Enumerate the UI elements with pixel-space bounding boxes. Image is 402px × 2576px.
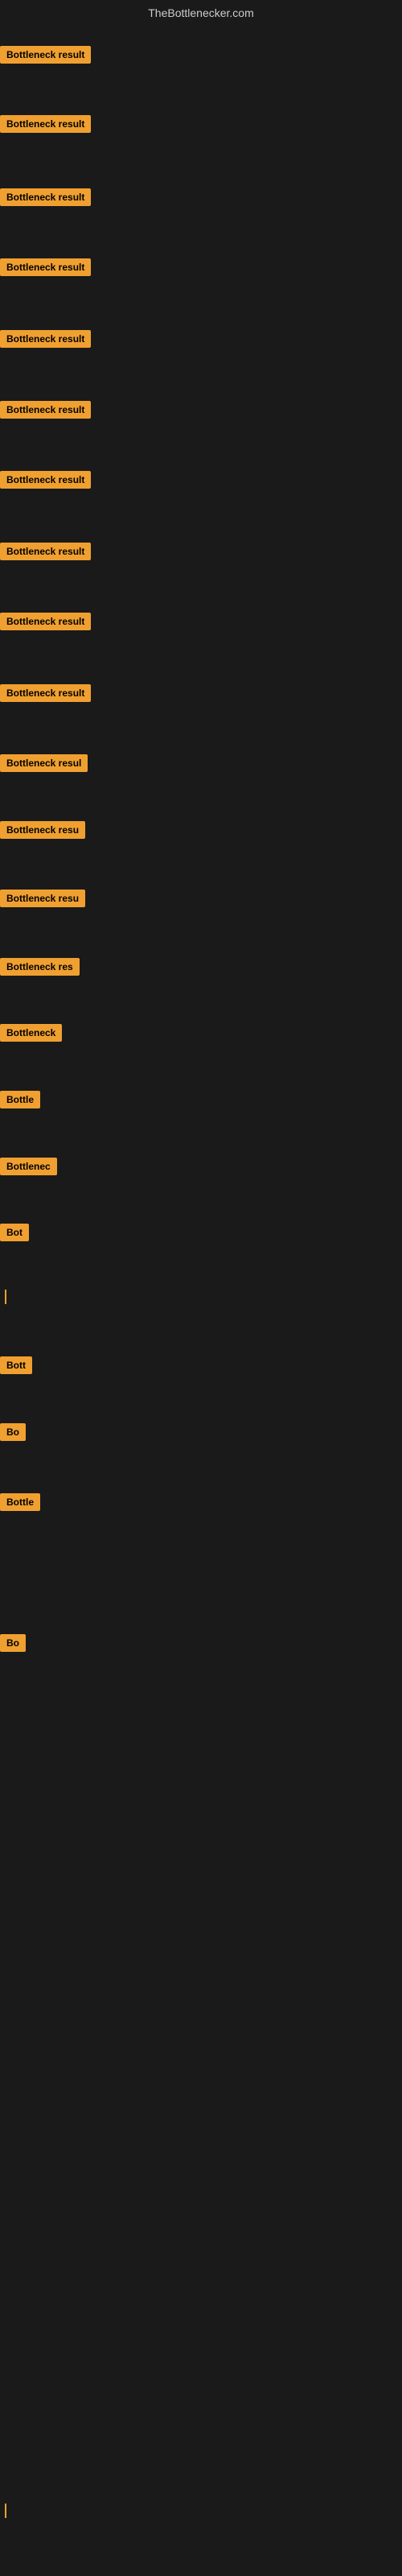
bottleneck-result-row-5[interactable]: Bottleneck result [0,401,91,423]
bottleneck-badge-21[interactable]: Bottle [0,1493,40,1511]
bottleneck-result-row-9[interactable]: Bottleneck result [0,684,91,706]
bottleneck-badge-2[interactable]: Bottleneck result [0,188,91,206]
bottleneck-result-row-16[interactable]: Bottlenec [0,1158,57,1179]
bottleneck-badge-0[interactable]: Bottleneck result [0,46,91,64]
bottleneck-result-row-12[interactable]: Bottleneck resu [0,890,85,911]
bottleneck-badge-4[interactable]: Bottleneck result [0,330,91,348]
bottleneck-result-row-21[interactable]: Bottle [0,1493,40,1515]
bottleneck-result-row-1[interactable]: Bottleneck result [0,115,91,137]
bottleneck-result-row-23[interactable]: Bo [0,1634,26,1656]
bottleneck-badge-12[interactable]: Bottleneck resu [0,890,85,907]
bottleneck-indicator-35 [5,2504,6,2518]
site-title: TheBottlenecker.com [0,0,402,29]
bottleneck-result-row-13[interactable]: Bottleneck res [0,958,80,980]
bottleneck-badge-9[interactable]: Bottleneck result [0,684,91,702]
bottleneck-badge-7[interactable]: Bottleneck result [0,543,91,560]
bottleneck-result-row-3[interactable]: Bottleneck result [0,258,91,280]
bottleneck-result-row-0[interactable]: Bottleneck result [0,46,91,68]
bottleneck-result-row-19[interactable]: Bott [0,1356,32,1378]
bottleneck-badge-6[interactable]: Bottleneck result [0,471,91,489]
bottleneck-badge-14[interactable]: Bottleneck [0,1024,62,1042]
bottleneck-result-row-11[interactable]: Bottleneck resu [0,821,85,843]
bottleneck-badge-23[interactable]: Bo [0,1634,26,1652]
bottleneck-result-row-14[interactable]: Bottleneck [0,1024,62,1046]
bottleneck-badge-8[interactable]: Bottleneck result [0,613,91,630]
bottleneck-result-row-2[interactable]: Bottleneck result [0,188,91,210]
bottleneck-result-row-17[interactable]: Bot [0,1224,29,1245]
bottleneck-badge-3[interactable]: Bottleneck result [0,258,91,276]
bottleneck-indicator-18 [5,1290,6,1304]
bottleneck-badge-11[interactable]: Bottleneck resu [0,821,85,839]
bottleneck-badge-5[interactable]: Bottleneck result [0,401,91,419]
bottleneck-badge-19[interactable]: Bott [0,1356,32,1374]
bottleneck-result-row-15[interactable]: Bottle [0,1091,40,1113]
bottleneck-badge-13[interactable]: Bottleneck res [0,958,80,976]
bottleneck-result-row-4[interactable]: Bottleneck result [0,330,91,352]
bottleneck-result-row-20[interactable]: Bo [0,1423,26,1445]
bottleneck-result-row-10[interactable]: Bottleneck resul [0,754,88,776]
bottleneck-result-row-7[interactable]: Bottleneck result [0,543,91,564]
bottleneck-badge-1[interactable]: Bottleneck result [0,115,91,133]
bottleneck-badge-15[interactable]: Bottle [0,1091,40,1108]
bottleneck-badge-16[interactable]: Bottlenec [0,1158,57,1175]
bottleneck-badge-20[interactable]: Bo [0,1423,26,1441]
bottleneck-badge-17[interactable]: Bot [0,1224,29,1241]
bottleneck-badge-10[interactable]: Bottleneck resul [0,754,88,772]
bottleneck-result-row-8[interactable]: Bottleneck result [0,613,91,634]
bottleneck-result-row-6[interactable]: Bottleneck result [0,471,91,493]
